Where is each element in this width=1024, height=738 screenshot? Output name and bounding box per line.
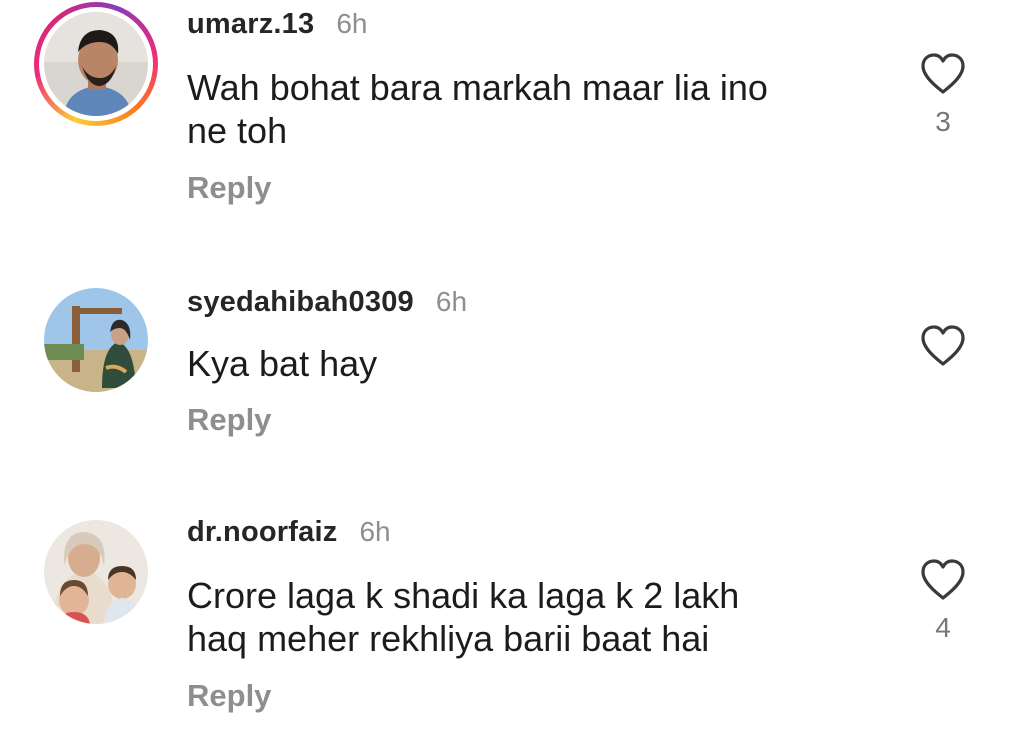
comment-time: 6h xyxy=(336,8,368,39)
comment-text-line: ne toh xyxy=(187,110,288,151)
reply-button[interactable]: Reply xyxy=(187,678,271,714)
comment-text-line: Crore laga k shadi ka laga k 2 lakh xyxy=(187,575,740,616)
heart-outline-icon[interactable] xyxy=(919,52,967,96)
comment-username[interactable]: dr.noorfaiz xyxy=(187,516,337,549)
like-column: 4 xyxy=(910,558,976,644)
reply-button[interactable]: Reply xyxy=(187,402,271,438)
avatar[interactable] xyxy=(44,12,148,116)
like-count: 4 xyxy=(935,612,951,643)
comment-text-line: Wah bohat bara markah maar lia ino xyxy=(187,67,768,108)
comment-text: Wah bohat bara markah maar lia ino ne to… xyxy=(187,66,907,152)
comment-text-line: Kya bat hay xyxy=(187,343,378,384)
comment-time: 6h xyxy=(359,516,391,547)
comments-screen: { "comments": [ { "username": "umarz.13"… xyxy=(0,0,1024,738)
comment-username[interactable]: umarz.13 xyxy=(187,8,314,41)
like-column: 3 xyxy=(910,52,976,138)
comment-text-line: haq meher rekhliya barii baat hai xyxy=(187,618,710,659)
comment-username[interactable]: syedahibah0309 xyxy=(187,286,414,319)
comment-text: Crore laga k shadi ka laga k 2 lakh haq … xyxy=(187,574,907,660)
avatar[interactable] xyxy=(44,288,148,392)
avatar[interactable] xyxy=(44,520,148,624)
comment-text: Kya bat hay xyxy=(187,342,907,385)
like-count: 3 xyxy=(935,106,951,137)
like-column xyxy=(910,324,976,368)
comment-time: 6h xyxy=(435,286,468,317)
heart-outline-icon[interactable] xyxy=(919,324,967,368)
heart-outline-icon[interactable] xyxy=(919,558,967,602)
reply-button[interactable]: Reply xyxy=(187,170,271,206)
